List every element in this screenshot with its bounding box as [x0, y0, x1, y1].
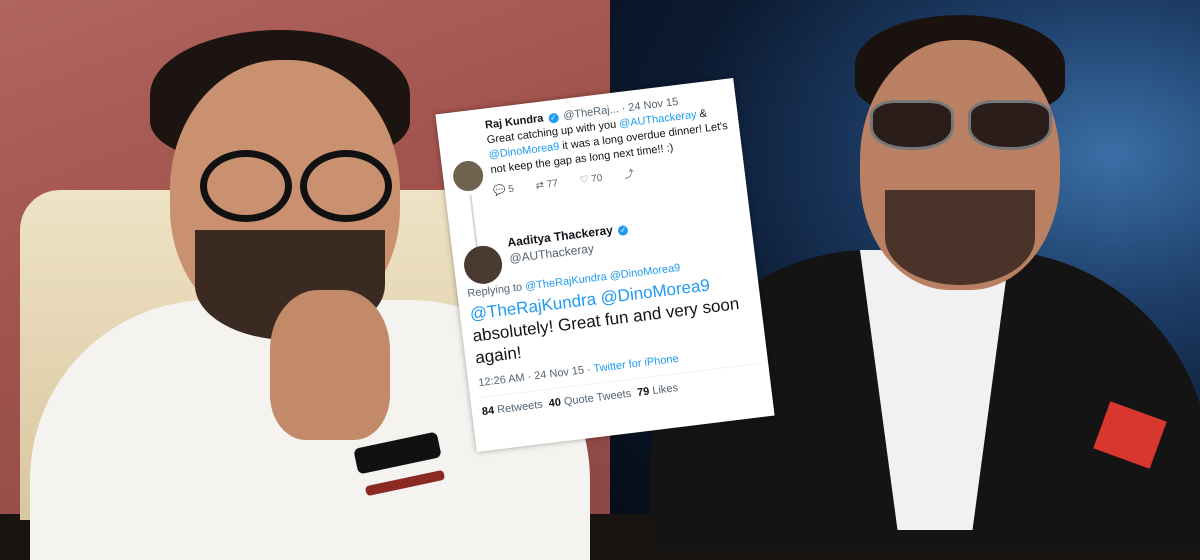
- verified-icon: ✓: [547, 112, 560, 124]
- left-person-hand: [270, 290, 390, 440]
- like-button[interactable]: ♡ 70: [579, 171, 604, 189]
- reply-button[interactable]: 💬 5: [492, 182, 515, 199]
- retweet-button[interactable]: ⇄ 77: [535, 176, 559, 194]
- client-link[interactable]: Twitter for iPhone: [593, 353, 679, 375]
- sunglasses: [870, 100, 1052, 150]
- tweet-screenshot: Raj Kundra ✓ @TheRaj... · 24 Nov 15 Grea…: [435, 77, 775, 453]
- reply-icon: 💬: [492, 184, 507, 198]
- tweet-aaditya-thackeray: Aaditya Thackeray ✓ @AUThackeray Replyin…: [461, 206, 761, 418]
- right-person-stubble: [885, 190, 1035, 285]
- verified-icon: ✓: [617, 224, 629, 237]
- like-icon: ♡: [578, 174, 590, 187]
- eyeglasses: [200, 150, 400, 222]
- raj-kundra-avatar: [451, 159, 485, 193]
- retweet-icon: ⇄: [535, 179, 545, 192]
- share-button[interactable]: ⤴: [623, 167, 635, 183]
- share-icon: ⤴: [623, 168, 635, 181]
- aaditya-thackeray-avatar: [461, 243, 505, 287]
